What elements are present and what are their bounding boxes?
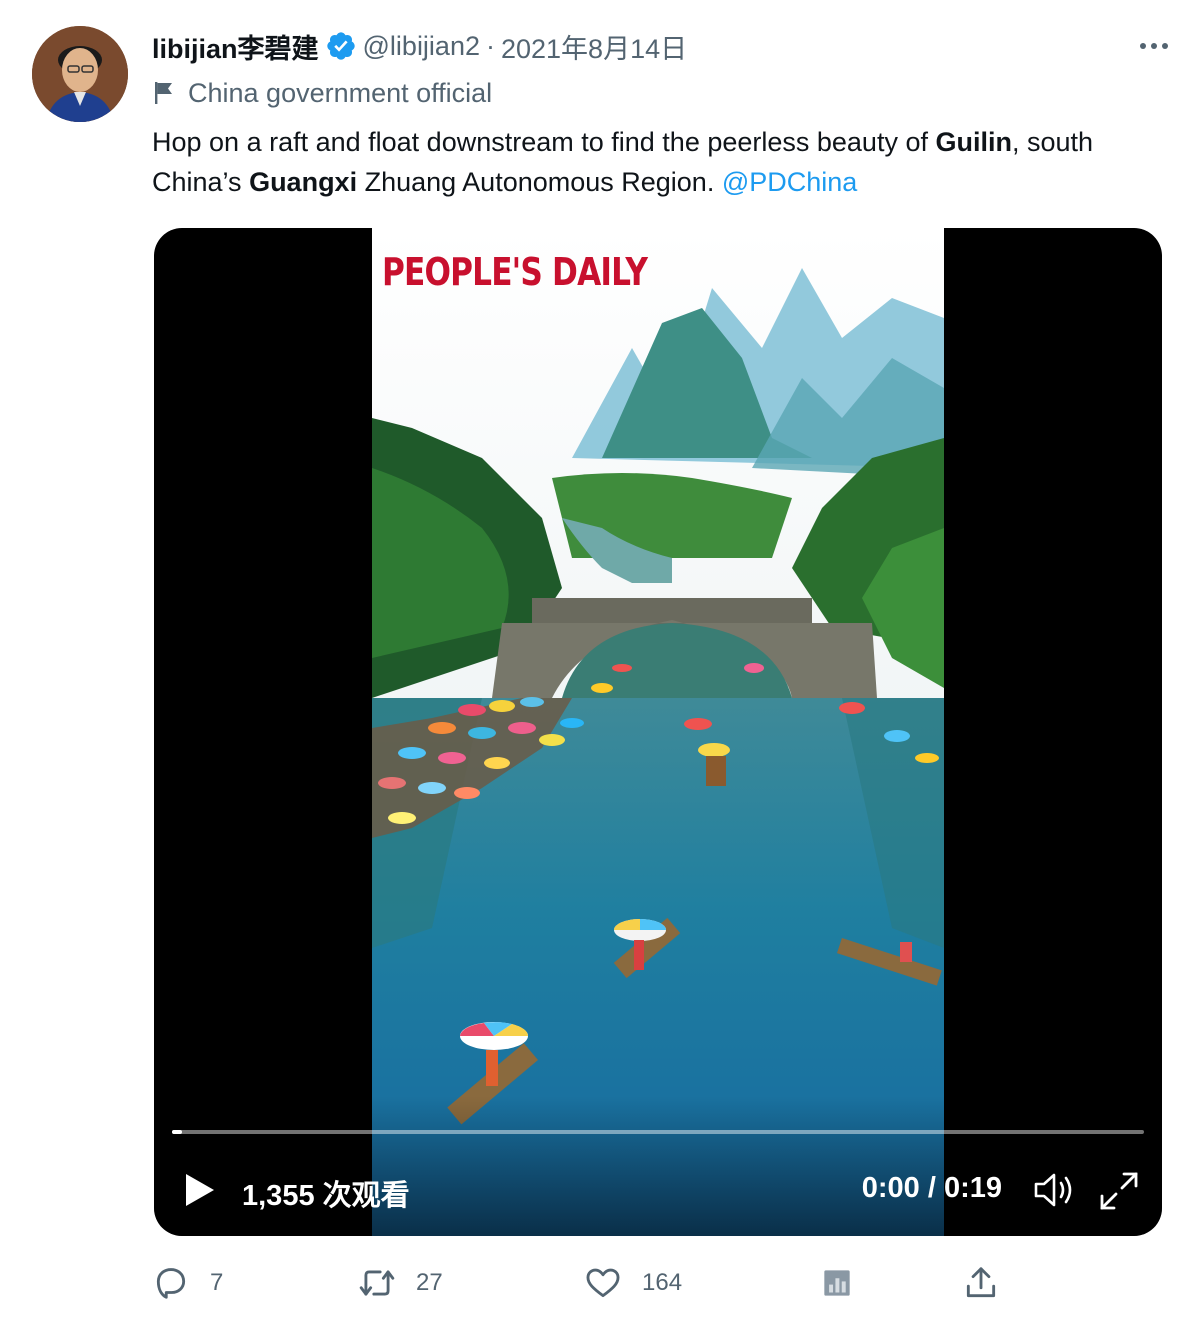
mention-link[interactable]: @PDChina <box>722 167 857 197</box>
analytics-button[interactable] <box>818 1258 856 1308</box>
view-count: 1,355 次观看 <box>242 1180 410 1212</box>
progress-fill <box>172 1130 182 1134</box>
flag-icon <box>155 82 172 104</box>
separator-dot: · <box>485 30 495 61</box>
heart-icon <box>586 1268 620 1298</box>
tweet-text-part: Zhuang Autonomous Region. <box>357 167 722 197</box>
like-count: 164 <box>642 1269 683 1296</box>
tweet-text-bold: Guilin <box>935 127 1012 157</box>
fullscreen-icon[interactable] <box>1098 1170 1140 1212</box>
handle[interactable]: @libijian2 <box>363 31 480 62</box>
video-frame[interactable]: PEOPLE'S DAILY <box>372 228 944 1236</box>
controls-overlay <box>154 1096 1162 1236</box>
tweet-actions: 7 27 164 <box>152 1258 1032 1308</box>
like-button[interactable]: 164 <box>584 1258 682 1308</box>
tweet-text-bold: Guangxi <box>249 167 358 197</box>
tweet-date[interactable]: 2021年8月14日 <box>501 27 687 66</box>
avatar[interactable] <box>32 26 128 122</box>
reply-count: 7 <box>210 1269 224 1296</box>
tweet-header: libijian李碧建 @libijian2 · 2021年8月14日 <box>152 28 687 64</box>
share-icon <box>966 1267 996 1298</box>
volume-icon[interactable] <box>1032 1170 1076 1210</box>
retweet-count: 27 <box>416 1269 443 1296</box>
video-player[interactable]: PEOPLE'S DAILY 1,355 次观看 0:00 / 0:19 <box>154 228 1162 1236</box>
analytics-icon <box>824 1270 850 1296</box>
retweet-icon <box>359 1270 395 1296</box>
tweet-text: Hop on a raft and float downstream to fi… <box>152 122 1162 202</box>
affiliation-text: China government official <box>188 77 493 108</box>
share-button[interactable] <box>962 1258 1000 1308</box>
reply-button[interactable]: 7 <box>152 1258 223 1308</box>
tweet-text-part: Hop on a raft and float downstream to fi… <box>152 127 936 157</box>
video-watermark: PEOPLE'S DAILY <box>382 250 648 294</box>
reply-icon <box>156 1268 186 1299</box>
affiliation-label: China government official <box>152 76 492 110</box>
play-icon[interactable] <box>182 1170 218 1210</box>
video-time: 0:00 / 0:19 <box>861 1172 1002 1204</box>
verified-badge-icon <box>325 30 357 62</box>
more-options-icon[interactable] <box>1136 34 1172 58</box>
display-name[interactable]: libijian李碧建 <box>152 27 319 66</box>
retweet-button[interactable]: 27 <box>358 1258 443 1308</box>
progress-bar[interactable] <box>172 1130 1144 1134</box>
